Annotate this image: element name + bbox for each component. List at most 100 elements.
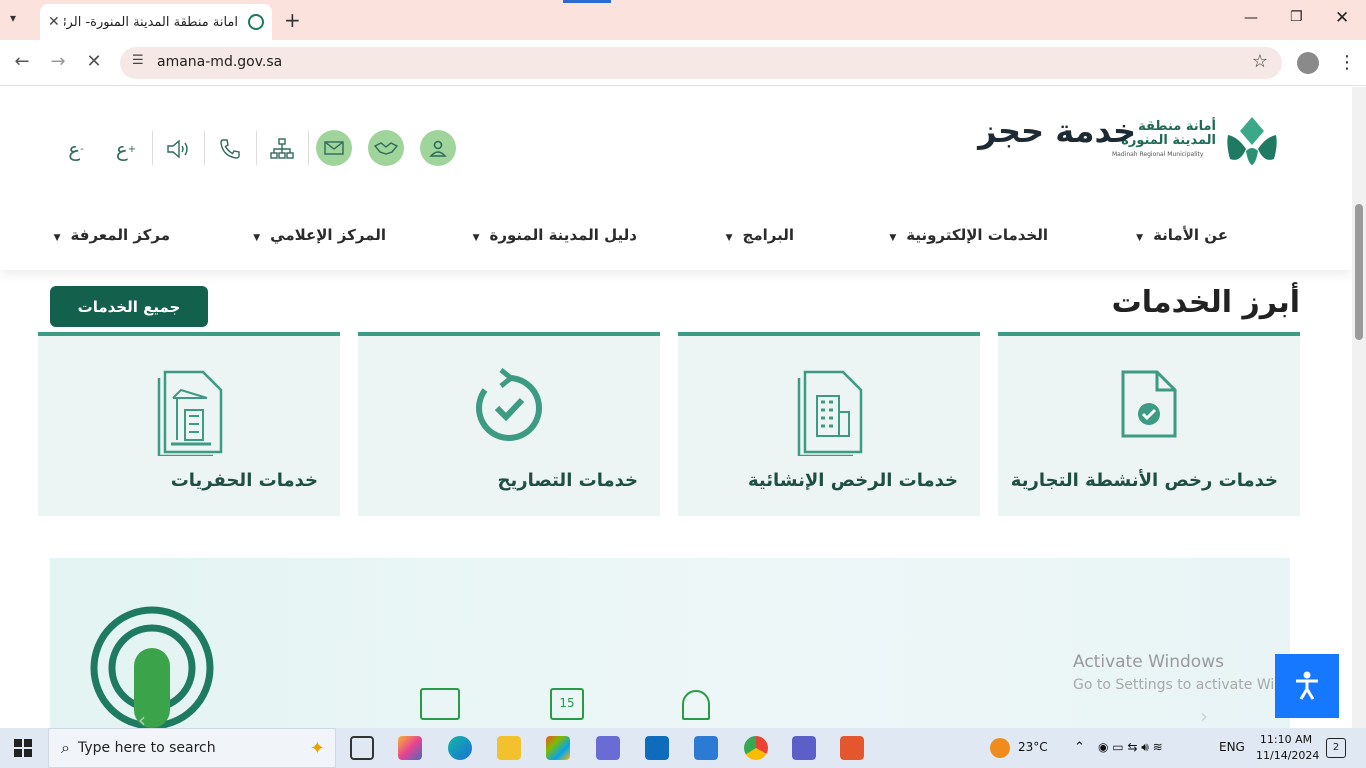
menu-knowledge-center[interactable]: مركز المعرفة ▼ xyxy=(54,226,170,244)
text-to-speech-button[interactable] xyxy=(160,131,196,167)
notification-center-button[interactable]: 2 xyxy=(1326,738,1346,758)
copilot-icon[interactable] xyxy=(398,736,422,760)
close-window-icon[interactable]: ✕ xyxy=(1335,8,1349,28)
menu-guide[interactable]: دليل المدينة المنورة ▼ xyxy=(473,226,637,244)
service-card-commercial[interactable]: خدمات رخص الأنشطة التجارية xyxy=(998,332,1300,516)
page-scrollbar[interactable] xyxy=(1352,87,1366,728)
tab-list-chevron-icon[interactable]: ▾ xyxy=(10,11,16,25)
search-placeholder: Type here to search xyxy=(77,740,216,756)
restore-icon[interactable]: ❐ xyxy=(1290,9,1303,25)
stop-loading-icon[interactable]: ✕ xyxy=(82,51,106,72)
font-increase-button[interactable]: ع + xyxy=(108,131,144,167)
windows-start-icon[interactable] xyxy=(14,739,32,757)
section-title: أبرز الخدمات xyxy=(1111,285,1300,320)
vscode-icon[interactable] xyxy=(694,736,718,760)
call-button[interactable] xyxy=(212,131,248,167)
minimize-icon[interactable]: — xyxy=(1244,10,1258,26)
service-card-excavation[interactable]: خدمات الحفريات xyxy=(38,332,340,516)
bookmark-star-icon[interactable]: ☆ xyxy=(1252,51,1268,72)
file-explorer-icon[interactable] xyxy=(497,736,521,760)
font-increase-sign: + xyxy=(127,143,137,155)
phone-icon xyxy=(220,139,240,159)
sitemap-icon xyxy=(270,138,294,159)
task-view-icon[interactable] xyxy=(350,736,374,760)
store-icon[interactable] xyxy=(546,736,570,760)
menu-media-label: المركز الإعلامي xyxy=(270,226,386,244)
snipping-tool-icon[interactable] xyxy=(840,736,864,760)
teams-icon[interactable] xyxy=(792,736,816,760)
chrome-icon[interactable] xyxy=(744,736,768,760)
banner-next-icon[interactable]: › xyxy=(1200,704,1208,728)
menu-programs[interactable]: البرامج ▼ xyxy=(726,226,794,244)
tab-drag-indicator xyxy=(563,0,611,3)
menu-media-center[interactable]: المركز الإعلامي ▼ xyxy=(253,226,386,244)
font-decrease-button[interactable]: ع- xyxy=(58,131,94,167)
font-decrease-label: ع xyxy=(68,137,81,161)
qr-code-icon xyxy=(420,688,460,720)
service-card-label: خدمات التصاريح xyxy=(497,470,639,491)
browser-menu-icon[interactable]: ⋮ xyxy=(1338,52,1356,73)
font-increase-label: ع xyxy=(115,137,128,161)
contact-mail-button[interactable] xyxy=(316,130,352,166)
service-card-permits[interactable]: خدمات التصاريح xyxy=(358,332,660,516)
menu-about[interactable]: عن الأمانة ▼ xyxy=(1136,226,1228,244)
all-services-button[interactable]: جميع الخدمات xyxy=(50,286,208,327)
service-card-construction[interactable]: خدمات الرخص الإنشائية xyxy=(678,332,980,516)
user-icon xyxy=(429,140,447,157)
service-card-label: خدمات رخص الأنشطة التجارية xyxy=(1010,470,1278,491)
profile-avatar[interactable] xyxy=(1297,52,1319,74)
tab-title: امانة منطقة المدينة المنورة- الرئيسية xyxy=(63,14,238,30)
caret-down-icon: ▼ xyxy=(472,233,480,243)
site-info-icon[interactable]: ☰ xyxy=(132,53,144,68)
sitemap-button[interactable] xyxy=(264,131,300,167)
address-bar[interactable]: ☰ amana-md.gov.sa ☆ xyxy=(120,47,1282,79)
menu-guide-label: دليل المدينة المنورة xyxy=(489,226,637,244)
clock-date: 11/14/2024 xyxy=(1256,749,1320,762)
person-icon xyxy=(682,690,710,720)
menu-knowledge-label: مركز المعرفة xyxy=(70,226,170,244)
tray-icons[interactable]: ◉ ▭ ⇆ 🔊︎ ≋ xyxy=(1098,740,1163,755)
calendar-icon: 15 xyxy=(550,688,584,720)
caret-down-icon: ▼ xyxy=(725,233,733,243)
tab-close-icon[interactable]: ✕ xyxy=(48,14,60,30)
font-decrease-sign: - xyxy=(80,143,84,155)
menu-about-label: عن الأمانة xyxy=(1153,226,1228,244)
caret-down-icon: ▼ xyxy=(53,233,61,243)
edge-icon[interactable] xyxy=(448,736,472,760)
mail-icon xyxy=(324,141,344,155)
menu-programs-label: البرامج xyxy=(742,226,794,244)
accessibility-icon xyxy=(1296,671,1318,700)
user-login-button[interactable] xyxy=(420,130,456,166)
speaker-icon xyxy=(167,139,188,159)
promo-banner[interactable]: 15 ‹ › xyxy=(50,558,1290,732)
partnership-button[interactable] xyxy=(368,130,404,166)
weather-icon[interactable] xyxy=(990,738,1010,758)
refresh-check-icon xyxy=(476,368,542,441)
building-document-icon xyxy=(797,370,863,456)
clock[interactable]: 11:10 AM 11/14/2024 xyxy=(1256,732,1320,764)
app-icon[interactable] xyxy=(596,736,620,760)
crane-document-icon xyxy=(157,370,223,456)
scrollbar-thumb[interactable] xyxy=(1355,204,1363,340)
service-card-label: خدمات الرخص الإنشائية xyxy=(748,470,958,491)
accessibility-button[interactable] xyxy=(1275,654,1339,718)
notification-count: 2 xyxy=(1332,742,1340,753)
activate-windows-title: Activate Windows xyxy=(1073,652,1224,672)
back-icon[interactable]: ← xyxy=(10,51,34,72)
header-divider xyxy=(256,131,257,165)
browser-tab[interactable]: امانة منطقة المدينة المنورة- الرئيسية ✕ xyxy=(40,4,272,40)
outlook-icon[interactable] xyxy=(645,736,669,760)
language-indicator[interactable]: ENG xyxy=(1219,740,1245,754)
tray-expand-icon[interactable]: ⌃ xyxy=(1074,740,1085,755)
service-card-label: خدمات الحفريات xyxy=(170,470,318,491)
caret-down-icon: ▼ xyxy=(1136,233,1144,243)
header-divider xyxy=(204,131,205,165)
taskbar-search-box[interactable]: ⌕ Type here to search ✦ xyxy=(48,728,336,768)
new-tab-icon[interactable]: + xyxy=(284,8,301,32)
forward-icon[interactable]: → xyxy=(46,51,70,72)
favicon-icon xyxy=(248,14,264,30)
weather-temp[interactable]: 23°C xyxy=(1018,740,1048,754)
location-pin-icon xyxy=(90,606,214,728)
menu-eservices[interactable]: الخدمات الإلكترونية ▼ xyxy=(889,226,1048,244)
clock-time: 11:10 AM xyxy=(1259,733,1313,746)
